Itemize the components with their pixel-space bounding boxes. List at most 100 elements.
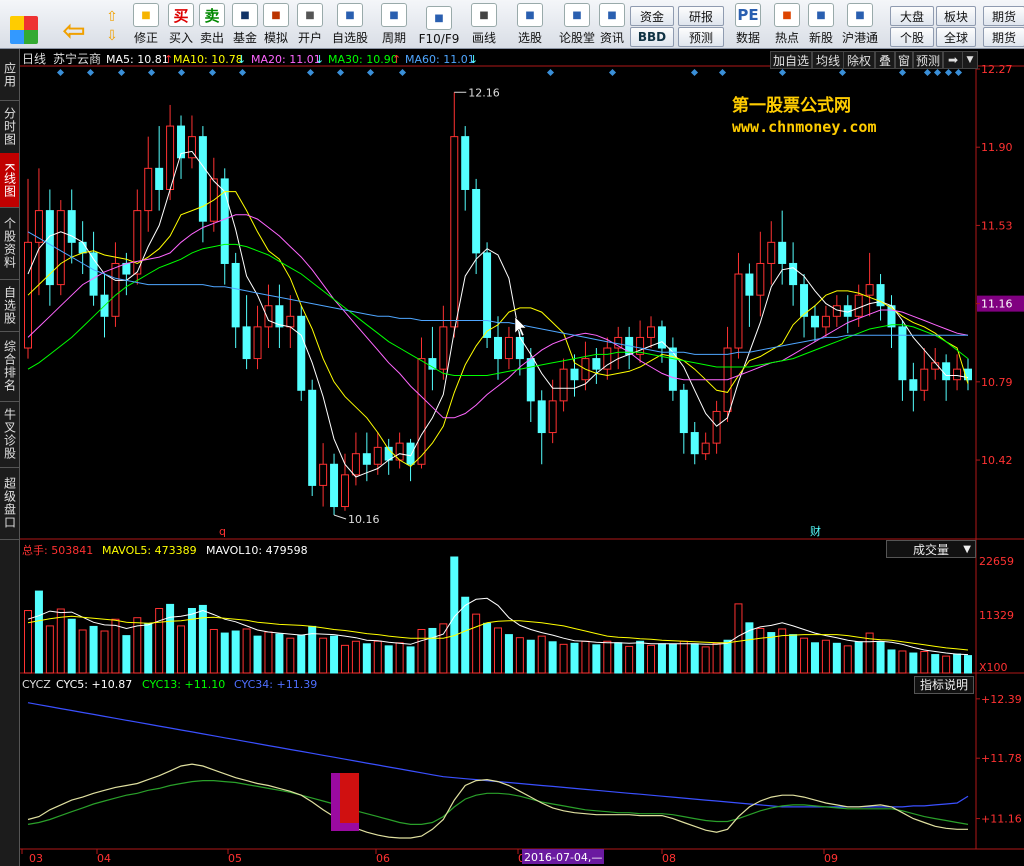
toolbar-button-4[interactable]: ■ 模拟 bbox=[261, 2, 291, 46]
more-dropdown-icon[interactable]: ▼ bbox=[962, 51, 978, 69]
volume-bar bbox=[515, 637, 524, 674]
sell-icon: 卖 bbox=[199, 3, 225, 27]
candle-body bbox=[155, 167, 164, 190]
toolbar-button-2[interactable]: 卖卖出 bbox=[199, 2, 225, 46]
toolbar-button-10[interactable]: ■ 选股 bbox=[511, 2, 549, 46]
sidebar-tab-7[interactable]: 超级盘口 bbox=[0, 467, 19, 540]
volume-bar bbox=[417, 628, 426, 674]
pin-icon[interactable]: ➡ bbox=[943, 51, 963, 69]
toolbar-button-13[interactable]: PE 数据 bbox=[730, 2, 766, 46]
month-label-5: 08 bbox=[662, 852, 676, 865]
toolbar-small-button-5[interactable]: 个股 bbox=[890, 27, 934, 47]
volume-bar bbox=[483, 622, 492, 674]
month-label-2: 05 bbox=[228, 852, 242, 865]
cyc5-line bbox=[27, 763, 968, 839]
toolbar-button-0[interactable]: ■ 修正 bbox=[131, 2, 161, 46]
volume-bar bbox=[100, 630, 109, 674]
candle-body bbox=[406, 442, 415, 465]
volume-bar bbox=[351, 640, 360, 674]
event-marker-icon bbox=[923, 68, 932, 77]
toolbar-small-button-1[interactable]: BBD bbox=[630, 27, 674, 47]
sidebar-tab-4[interactable]: 自选股 bbox=[0, 279, 19, 332]
candle-body bbox=[537, 400, 546, 434]
ma-arrow-4: ↓ bbox=[469, 53, 478, 66]
header-button-0[interactable]: 加自选 bbox=[770, 51, 812, 69]
event-marker-icon bbox=[336, 68, 345, 77]
sidebar-tab-5[interactable]: 综合排名 bbox=[0, 331, 19, 402]
chart-area[interactable]: 日线 苏宁云商 MA5: 10.81↑ MA10: 10.78↓ MA20: 11.01… bbox=[20, 49, 1024, 866]
candle-body bbox=[362, 453, 371, 465]
volume-indicator-dropdown[interactable]: 成交量 ▼ bbox=[886, 540, 976, 558]
toolbar-small-button-7[interactable]: 全球 bbox=[936, 27, 976, 47]
buy-icon: 买 bbox=[168, 3, 194, 27]
toolbar-button-7[interactable]: ■ 周期 bbox=[378, 2, 410, 46]
q-marker: q bbox=[219, 525, 226, 538]
toolbar-button-label: 开户 bbox=[297, 31, 322, 45]
toolbar-button-5[interactable]: ■ 开户 bbox=[295, 2, 325, 46]
toolbar-button-3[interactable]: ■ 基金 bbox=[230, 2, 260, 46]
toolbar-small-button-8[interactable]: 期货 bbox=[983, 6, 1024, 26]
toolbar-small-button-9[interactable]: 期货 bbox=[983, 27, 1024, 47]
clock-icon: ■ bbox=[381, 3, 407, 27]
fund-icon: ■ bbox=[232, 3, 258, 27]
event-marker-icon bbox=[306, 68, 315, 77]
candle-body bbox=[111, 262, 120, 317]
header-button-2[interactable]: 除权 bbox=[843, 51, 875, 69]
header-button-1[interactable]: 均线 bbox=[812, 51, 844, 69]
up-down-button[interactable]: ⇧ ⇩ bbox=[100, 2, 124, 46]
sidebar-tab-0[interactable]: 应用 bbox=[0, 49, 19, 101]
toolbar-button-15[interactable]: ■ 新股 bbox=[806, 2, 836, 46]
sidebar-tab-1[interactable]: 分时图 bbox=[0, 100, 19, 154]
candle-body bbox=[953, 368, 962, 381]
month-label-6: 09 bbox=[824, 852, 838, 865]
toolbar-button-12[interactable]: ■ 资讯 bbox=[596, 2, 628, 46]
toolbar-button-16[interactable]: ■ 沪港通 bbox=[840, 2, 880, 46]
candle-body bbox=[832, 305, 841, 317]
price-tick-2: 11.53 bbox=[981, 219, 1013, 232]
candle-body bbox=[570, 368, 579, 381]
ma-legend-0: MA5: 10.81 bbox=[106, 53, 169, 66]
volume-bar bbox=[734, 603, 743, 674]
toolbar-button-9[interactable]: ■ 画线 bbox=[467, 2, 501, 46]
toolbar-button-6[interactable]: ■ 自选股 bbox=[331, 2, 369, 46]
header-button-3[interactable]: 叠 bbox=[875, 51, 895, 69]
ma-arrow-2: ↓ bbox=[315, 53, 324, 66]
toolbar-small-button-3[interactable]: 预测 bbox=[678, 27, 724, 47]
left-sidebar: 应用 分时图 K线图 个股资料 自选股 综合排名 牛叉诊股 超级盘口 bbox=[0, 49, 20, 866]
volume-bar bbox=[647, 644, 656, 674]
candle-body bbox=[657, 326, 666, 349]
sidebar-tab-6[interactable]: 牛叉诊股 bbox=[0, 401, 19, 468]
sidebar-tab-2[interactable]: K线图 bbox=[0, 153, 19, 208]
indicator-explain-button[interactable]: 指标说明 bbox=[914, 676, 974, 694]
header-button-4[interactable]: 窗 bbox=[895, 51, 913, 69]
price-tick-1: 11.90 bbox=[981, 141, 1013, 154]
toolbar-small-button-4[interactable]: 大盘 bbox=[890, 6, 934, 26]
toolbar-small-button-0[interactable]: 资金 bbox=[630, 6, 674, 26]
arrow-up-icon: ⇧ bbox=[106, 9, 118, 25]
candle-body bbox=[800, 284, 809, 317]
back-button[interactable]: ⇦ bbox=[54, 2, 94, 47]
cyc5-label: CYC5: +10.87 bbox=[56, 678, 132, 691]
sidebar-tab-3[interactable]: 个股资料 bbox=[0, 207, 19, 280]
home-button[interactable] bbox=[4, 2, 44, 46]
volume-total-label: 总手: 503841 bbox=[22, 543, 93, 557]
low-price-label: 10.16 bbox=[348, 513, 380, 526]
star-icon: ■ bbox=[337, 3, 363, 27]
header-button-5[interactable]: 预测 bbox=[913, 51, 943, 69]
toolbar-small-button-6[interactable]: 板块 bbox=[936, 6, 976, 26]
toolbar-button-8[interactable]: ■ F10/F9 bbox=[418, 2, 460, 46]
candle-body bbox=[461, 136, 470, 190]
volume-bar bbox=[428, 627, 437, 674]
toolbar-button-label: 周期 bbox=[381, 31, 406, 45]
volume-bar bbox=[843, 645, 852, 674]
toolbar-button-label: 买入 bbox=[168, 31, 193, 45]
toolbar-button-11[interactable]: ■ 论股堂 bbox=[556, 2, 598, 46]
toolbar-small-button-2[interactable]: 研报 bbox=[678, 6, 724, 26]
volume-bar bbox=[362, 643, 371, 674]
toolbar-button-1[interactable]: 买买入 bbox=[168, 2, 194, 46]
candle-body bbox=[198, 136, 207, 222]
toolbar-button-14[interactable]: ■ 热点 bbox=[772, 2, 802, 46]
candle-body bbox=[854, 294, 863, 317]
event-marker-icon bbox=[398, 68, 407, 77]
candle-body bbox=[909, 379, 918, 391]
